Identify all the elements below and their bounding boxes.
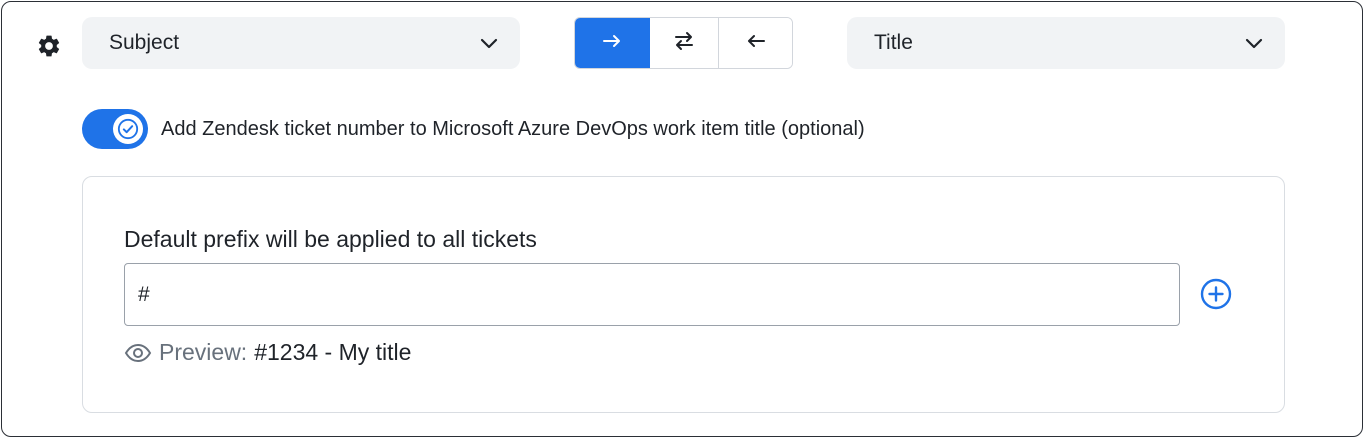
preview-value: #1234 - My title (254, 339, 412, 365)
chevron-down-icon (476, 30, 502, 56)
sync-direction-toggle (574, 17, 793, 69)
preview-label: Preview: (159, 339, 248, 365)
check-icon (113, 114, 143, 144)
prefix-input[interactable] (124, 263, 1180, 326)
target-field-select[interactable]: Title (847, 17, 1285, 69)
prefix-heading: Default prefix will be applied to all ti… (124, 226, 537, 252)
arrow-left-icon (744, 29, 768, 58)
ticket-number-toggle-label: Add Zendesk ticket number to Microsoft A… (161, 117, 865, 140)
add-prefix-button[interactable] (1199, 278, 1233, 315)
direction-left-button[interactable] (719, 18, 792, 68)
target-field-value: Title (874, 31, 913, 54)
preview-row: Preview: #1234 - My title (124, 339, 411, 366)
plus-circle-icon (1200, 278, 1232, 315)
field-mapping-panel: Subject Title Add Zendesk ticket number … (1, 1, 1363, 437)
swap-arrows-icon (672, 29, 696, 58)
eye-icon (124, 341, 154, 365)
chevron-down-icon (1241, 30, 1267, 56)
source-field-select[interactable]: Subject (82, 17, 520, 69)
direction-right-button[interactable] (575, 18, 650, 68)
ticket-number-toggle[interactable] (82, 109, 148, 149)
settings-gear-icon[interactable] (35, 32, 63, 60)
ticket-number-toggle-row: Add Zendesk ticket number to Microsoft A… (82, 109, 865, 149)
arrow-right-icon (600, 29, 624, 58)
prefix-settings-card: Default prefix will be applied to all ti… (82, 176, 1285, 413)
direction-both-button[interactable] (650, 18, 719, 68)
source-field-value: Subject (109, 31, 180, 54)
